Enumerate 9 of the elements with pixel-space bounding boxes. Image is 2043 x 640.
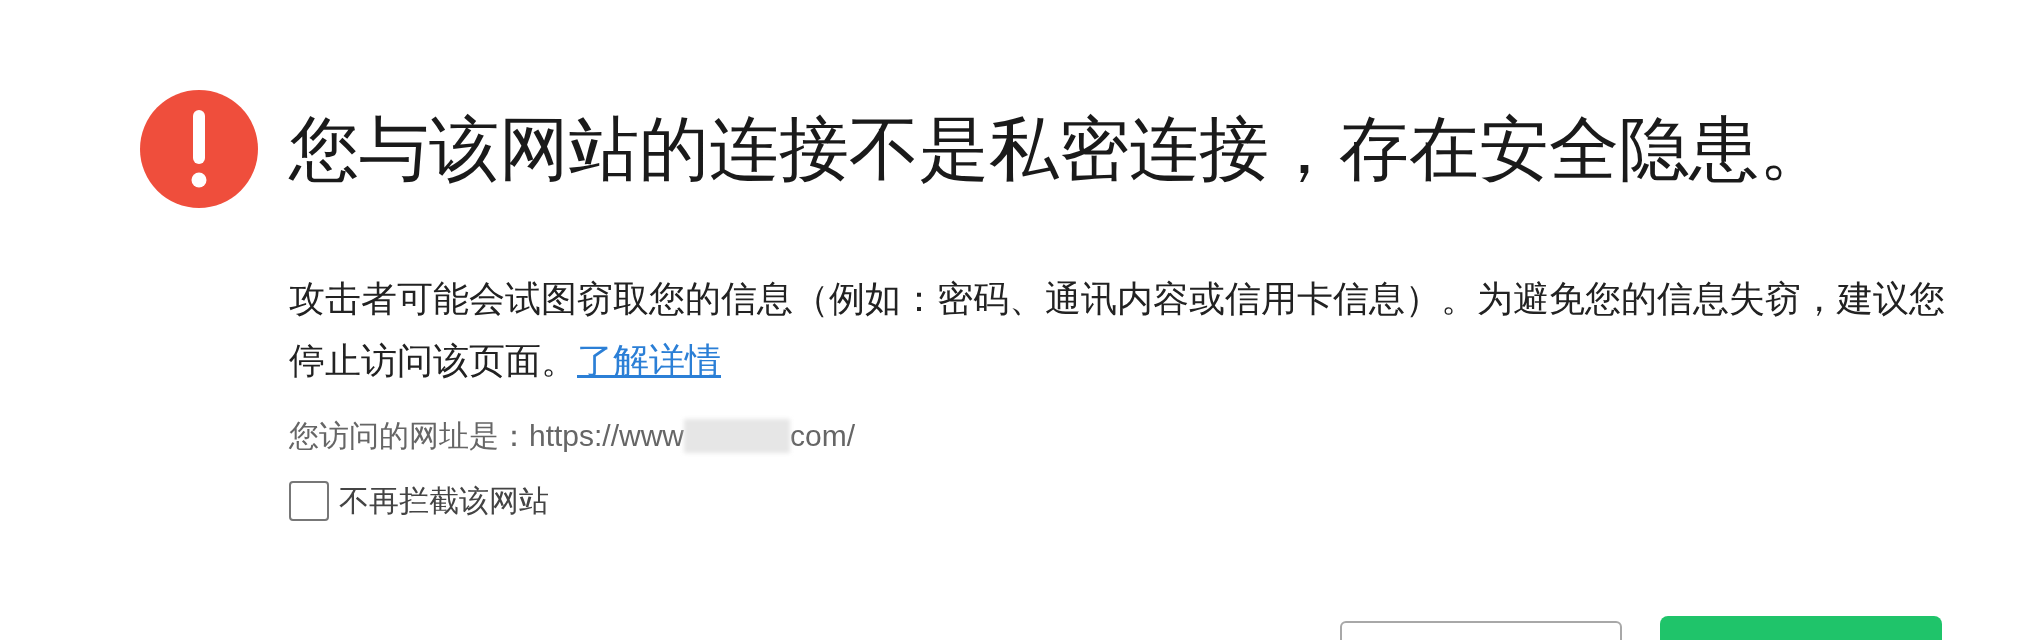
url-prefix: https://www: [529, 418, 685, 454]
page-title: 您与该网站的连接不是私密连接，存在安全隐患。: [289, 109, 1830, 190]
warning-message: 攻击者可能会试图窃取您的信息（例如：密码、通讯内容或信用卡信息）。为避免您的信息失窃，建议您停止访问该页面。了解详情: [289, 278, 1945, 381]
url-label: 您访问的网址是：: [289, 418, 529, 454]
url-suffix: com/: [790, 418, 856, 454]
learn-more-link[interactable]: 了解详情: [577, 340, 721, 381]
checkbox-label: 不再拦截该网站: [339, 483, 549, 519]
warning-icon: [140, 90, 258, 208]
checkbox[interactable]: [289, 480, 329, 521]
